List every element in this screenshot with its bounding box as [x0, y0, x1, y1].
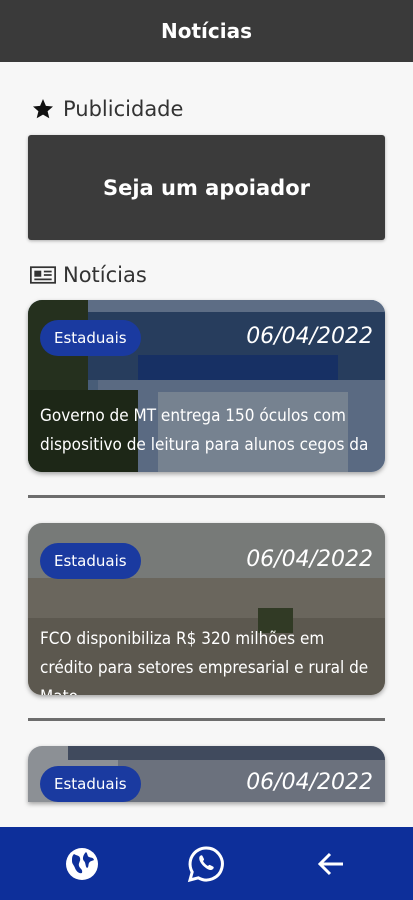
news-headline: Governo de MT entrega 150 óculos com dis… — [40, 406, 369, 472]
globe-icon[interactable] — [58, 840, 106, 888]
news-headline: FCO disponibiliza R$ 320 milhões em créd… — [40, 629, 369, 695]
divider — [28, 495, 385, 498]
whatsapp-icon[interactable] — [182, 840, 230, 888]
category-badge: Estaduais — [40, 543, 141, 579]
ad-section-header: Publicidade — [30, 96, 183, 122]
app-bar: Notícias — [0, 0, 413, 62]
news-card[interactable]: Estaduais 06/04/2022 — [28, 746, 385, 802]
news-date: 06/04/2022 — [246, 324, 373, 349]
star-icon — [30, 96, 56, 122]
news-date: 06/04/2022 — [246, 770, 373, 795]
news-section-header: Notícias — [30, 262, 147, 288]
newspaper-icon — [30, 262, 56, 288]
ad-section-title: Publicidade — [63, 97, 184, 121]
page-title: Notícias — [160, 19, 252, 43]
bottom-navigation — [0, 827, 413, 900]
news-card[interactable]: Estaduais 06/04/2022 FCO disponibiliza R… — [28, 523, 385, 695]
supporter-banner[interactable]: Seja um apoiador — [28, 135, 385, 240]
back-arrow-icon[interactable] — [307, 840, 355, 888]
category-badge: Estaduais — [40, 320, 141, 356]
category-badge: Estaduais — [40, 766, 141, 802]
supporter-banner-label: Seja um apoiador — [102, 175, 310, 200]
news-section-title: Notícias — [63, 263, 147, 287]
divider — [28, 718, 385, 721]
news-date: 06/04/2022 — [246, 547, 373, 572]
news-card[interactable]: Estaduais 06/04/2022 Governo de MT entre… — [28, 300, 385, 472]
